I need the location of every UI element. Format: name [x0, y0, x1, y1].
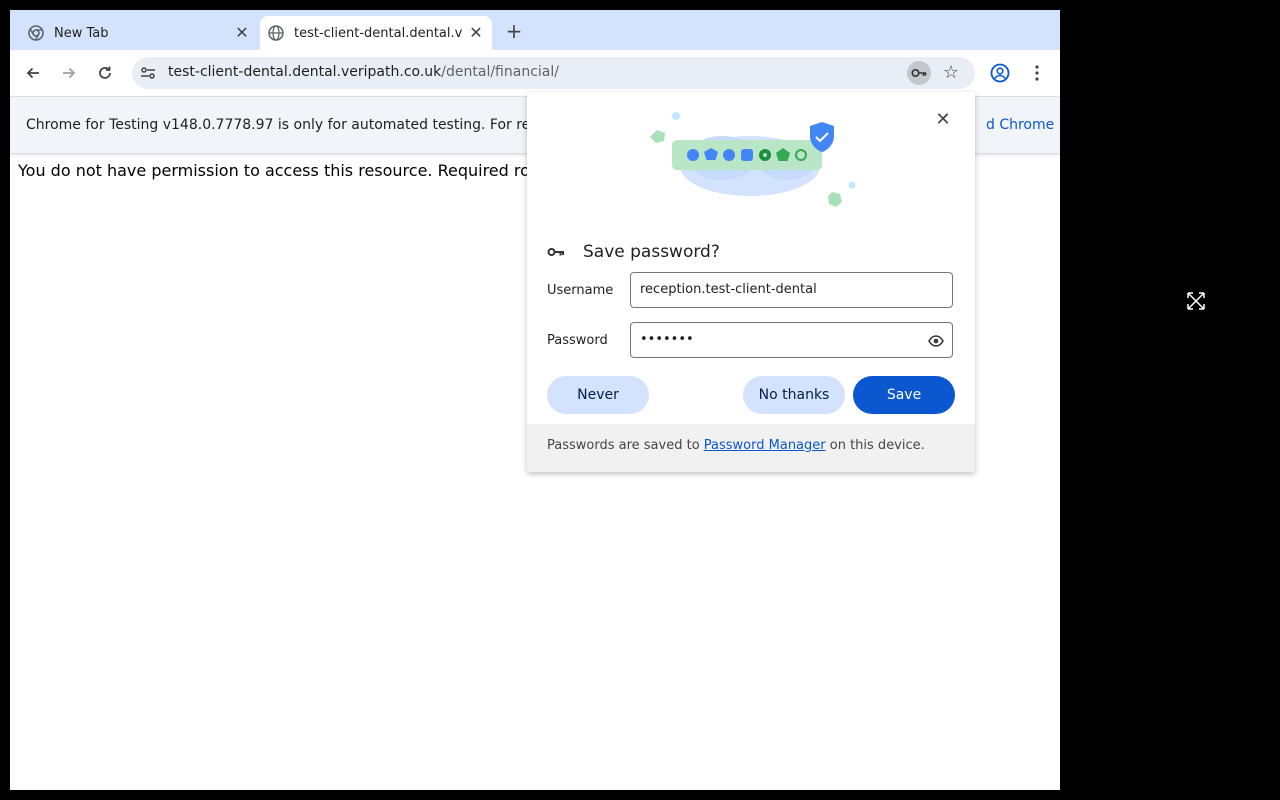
show-password-eye-icon[interactable]: [928, 333, 944, 352]
save-password-dialog: ✕ Save password? Username reception.test…: [527, 92, 975, 472]
password-illustration-icon: [650, 112, 856, 207]
site-info-icon[interactable]: [140, 65, 156, 85]
password-manager-link[interactable]: Password Manager: [704, 438, 826, 453]
password-label: Password: [547, 333, 608, 348]
tab-new-tab[interactable]: New Tab ✕: [10, 16, 258, 50]
close-tab-icon[interactable]: ✕: [234, 25, 250, 41]
tab-strip: New Tab ✕ test-client-dental.dental.veri…: [10, 10, 1060, 50]
back-icon[interactable]: [22, 62, 44, 84]
close-dialog-icon[interactable]: ✕: [933, 110, 953, 130]
dialog-title: Save password?: [583, 242, 720, 262]
url-text[interactable]: test-client-dental.dental.veripath.co.uk…: [168, 64, 559, 80]
no-thanks-button[interactable]: No thanks: [743, 376, 845, 414]
reload-icon[interactable]: [94, 62, 116, 84]
infobar-message: Chrome for Testing v148.0.7778.97 is onl…: [26, 117, 531, 133]
tab-title: New Tab: [54, 25, 109, 41]
bookmark-star-icon[interactable]: ☆: [940, 62, 962, 84]
close-tab-icon[interactable]: ✕: [468, 25, 484, 41]
url-path: /dental/financial/: [441, 64, 559, 80]
dialog-heading: Save password?: [547, 242, 720, 262]
password-key-icon[interactable]: [907, 61, 931, 85]
dialog-footer: Passwords are saved to Password Manager …: [527, 424, 975, 472]
key-icon: [547, 248, 564, 256]
tab-title: test-client-dental.dental.veripath.co.uk: [294, 25, 462, 41]
new-tab-icon[interactable]: +: [502, 20, 526, 44]
address-bar[interactable]: test-client-dental.dental.veripath.co.uk…: [132, 57, 975, 89]
page-error-message: You do not have permission to access thi…: [18, 161, 530, 180]
toolbar: test-client-dental.dental.veripath.co.uk…: [10, 50, 1060, 97]
password-value: •••••••: [640, 332, 694, 347]
footer-suffix: on this device.: [825, 438, 925, 453]
username-value: reception.test-client-dental: [640, 282, 817, 297]
browser-window: New Tab ✕ test-client-dental.dental.veri…: [10, 10, 1060, 790]
username-label: Username: [547, 283, 614, 298]
globe-icon: [268, 25, 284, 41]
footer-text: Passwords are saved to Password Manager …: [547, 438, 925, 453]
password-field[interactable]: •••••••: [630, 322, 953, 358]
url-host: test-client-dental.dental.veripath.co.uk: [168, 64, 442, 80]
footer-prefix: Passwords are saved to: [547, 438, 704, 453]
chrome-icon: [28, 25, 44, 41]
save-button[interactable]: Save: [853, 376, 955, 414]
forward-icon[interactable]: [58, 62, 80, 84]
profile-icon[interactable]: [989, 62, 1011, 84]
infobar-link[interactable]: d Chrome: [986, 117, 1054, 133]
menu-kebab-icon[interactable]: [1026, 62, 1048, 84]
never-button[interactable]: Never: [547, 376, 649, 414]
username-field[interactable]: reception.test-client-dental: [630, 272, 953, 308]
tab-active[interactable]: test-client-dental.dental.veripath.co.uk…: [260, 16, 492, 50]
exit-fullscreen-icon[interactable]: [1186, 291, 1206, 311]
